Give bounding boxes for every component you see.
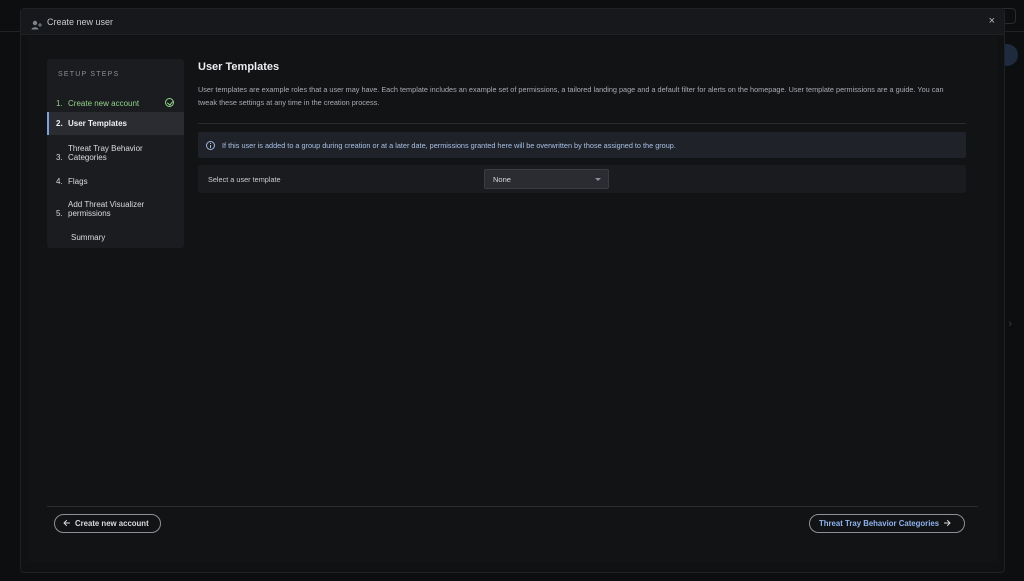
step-summary[interactable]: Summary [47,231,184,243]
check-circle-icon [165,98,174,107]
page-description: User templates are example roles that a … [198,85,944,107]
step-label-line: Threat Tray Behavior [68,144,143,153]
create-user-modal: Create new user × SETUP STEPS 1. Create … [20,8,1005,573]
next-button-label: Threat Tray Behavior Categories [819,519,940,528]
step-label: Flags [68,176,88,186]
modal-title: Create new user [47,16,114,27]
info-banner: If this user is added to a group during … [198,132,966,158]
template-label: Select a user template [208,174,281,184]
step-number: 2. [56,119,63,128]
setup-steps-heading: SETUP STEPS [58,71,120,78]
step-add-threat-visualizer-permissions[interactable]: 5. Add Threat Visualizer permissions [47,198,184,218]
step-label: User Templates [68,119,127,128]
page-title: User Templates [198,61,280,73]
step-number: 5. [56,209,63,218]
setup-steps-panel: SETUP STEPS 1. Create new account 2. Use… [47,59,184,248]
next-button[interactable]: Threat Tray Behavior Categories [809,514,965,533]
select-value: None [493,174,511,184]
footer-divider [47,506,978,507]
modal-body: SETUP STEPS 1. Create new account 2. Use… [28,36,997,562]
main-content: User Templates User templates are exampl… [198,59,966,193]
info-icon [206,140,215,150]
back-button[interactable]: Create new account [54,514,161,533]
step-number: 3. [56,153,63,162]
step-number: 1. [56,98,63,108]
info-text: If this user is added to a group during … [222,140,676,150]
background-chevron-icon: › [1008,318,1012,330]
user-template-select[interactable]: None [484,169,609,189]
content-divider [198,123,966,124]
template-row: Select a user template None [198,165,966,193]
step-flags[interactable]: 4. Flags [47,175,184,187]
step-threat-tray-behavior-categories[interactable]: 3. Threat Tray Behavior Categories [47,142,184,162]
step-user-templates[interactable]: 2. User Templates [47,112,184,135]
step-label-line: Add Threat Visualizer [68,200,145,209]
arrow-right-icon [943,519,951,529]
step-label: Add Threat Visualizer permissions [68,200,144,218]
step-label-line: permissions [68,209,111,218]
step-label: Create new account [68,98,140,108]
close-icon[interactable]: × [989,15,995,27]
caret-down-icon [595,178,601,181]
back-button-label: Create new account [75,519,149,528]
arrow-left-icon [63,519,71,529]
step-label-line: Categories [68,153,107,162]
step-label: Threat Tray Behavior Categories [68,144,143,162]
step-create-new-account[interactable]: 1. Create new account [47,95,184,111]
step-number: 4. [56,176,63,186]
modal-header: Create new user × [21,9,1004,35]
user-add-icon [31,17,43,29]
step-label: Summary [71,232,106,242]
